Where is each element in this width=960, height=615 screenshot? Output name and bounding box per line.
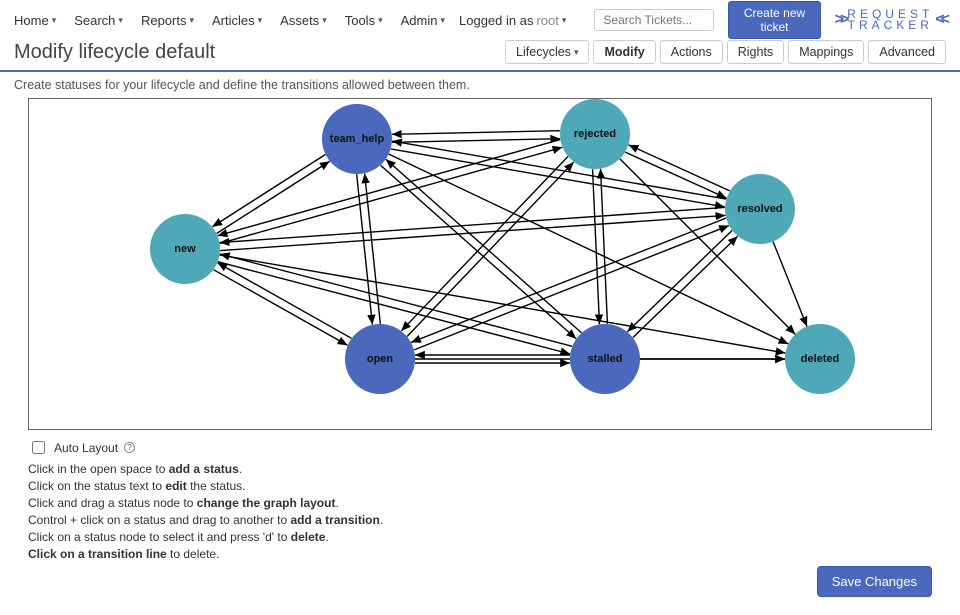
tab-actions[interactable]: Actions — [660, 40, 723, 64]
logo: >> REQUESTTRACKER << — [835, 9, 946, 31]
transition-edge[interactable] — [220, 207, 725, 242]
search-input[interactable] — [594, 9, 714, 31]
transition-edge[interactable] — [407, 162, 574, 336]
nav-item-tools[interactable]: Tools▾ — [345, 13, 383, 28]
chevron-down-icon: ▾ — [574, 47, 579, 58]
transition-edge[interactable] — [212, 154, 325, 226]
status-node-deleted[interactable]: deleted — [785, 324, 855, 394]
help-line: Click in the open space to add a status. — [28, 461, 932, 478]
chevron-right-icon: >> — [835, 11, 846, 29]
transition-edge[interactable] — [214, 270, 348, 346]
auto-layout-checkbox[interactable] — [32, 441, 45, 454]
transition-edge[interactable] — [219, 255, 785, 353]
tabs: Lifecycles▾ Modify Actions Rights Mappin… — [505, 40, 946, 64]
chevron-down-icon: ▾ — [322, 15, 327, 26]
controls: Auto Layout ? Click in the open space to… — [0, 430, 960, 563]
nav-item-search[interactable]: Search▾ — [74, 13, 123, 28]
chevron-down-icon: ▾ — [52, 15, 57, 26]
transition-edge[interactable] — [625, 152, 726, 198]
top-nav: Home▾ Search▾ Reports▾ Articles▾ Assets▾ Tool… — [0, 0, 960, 38]
transition-edge[interactable] — [392, 131, 560, 135]
nav-item-articles[interactable]: Articles▾ — [212, 13, 262, 28]
transition-edge[interactable] — [773, 241, 807, 326]
auto-layout-label: Auto Layout — [54, 441, 118, 455]
page-title: Modify lifecycle default — [14, 41, 215, 64]
chevron-left-icon: << — [935, 11, 946, 29]
status-node-team_help[interactable]: team_help — [322, 104, 392, 174]
chevron-down-icon: ▾ — [562, 15, 567, 26]
transition-edge[interactable] — [601, 169, 608, 324]
subhead: Create statuses for your lifecycle and d… — [0, 72, 960, 98]
save-changes-button[interactable]: Save Changes — [817, 566, 932, 597]
nav-item-assets[interactable]: Assets▾ — [280, 13, 327, 28]
transition-edge[interactable] — [392, 139, 560, 143]
transition-edge[interactable] — [411, 218, 726, 342]
transition-edge[interactable] — [414, 226, 729, 350]
nav-item-admin[interactable]: Admin▾ — [401, 13, 445, 28]
chevron-down-icon: ▾ — [189, 15, 194, 26]
transition-edge[interactable] — [401, 157, 568, 331]
help-line: Click on a status node to select it and … — [28, 529, 932, 546]
status-node-resolved[interactable]: resolved — [725, 174, 795, 244]
help-line: Click on the status text to edit the sta… — [28, 478, 932, 495]
nav-item-home[interactable]: Home▾ — [14, 13, 56, 28]
chevron-down-icon: ▾ — [440, 15, 445, 26]
info-icon[interactable]: ? — [124, 442, 135, 453]
transition-edge[interactable] — [633, 236, 738, 337]
nav-logged-in[interactable]: Logged in as root ▾ — [459, 13, 566, 28]
transition-edge[interactable] — [392, 141, 726, 199]
logged-in-prefix: Logged in as — [459, 13, 533, 28]
tab-mappings[interactable]: Mappings — [788, 40, 864, 64]
help-line: Click and drag a status node to change t… — [28, 495, 932, 512]
title-bar: Modify lifecycle default Lifecycles▾ Mod… — [0, 38, 960, 72]
chevron-down-icon: ▾ — [118, 15, 123, 26]
chevron-down-icon: ▾ — [258, 15, 263, 26]
status-node-stalled[interactable]: stalled — [570, 324, 640, 394]
status-node-open[interactable]: open — [345, 324, 415, 394]
status-node-rejected[interactable]: rejected — [560, 99, 630, 169]
tab-advanced[interactable]: Advanced — [868, 40, 946, 64]
nav-item-reports[interactable]: Reports▾ — [141, 13, 194, 28]
transition-edge[interactable] — [389, 154, 789, 344]
chevron-down-icon: ▾ — [378, 15, 383, 26]
lifecycle-canvas[interactable]: new team_help rejected resolved open stalled d… — [28, 98, 932, 430]
help-line: Control + click on a status and drag to … — [28, 512, 932, 529]
transition-edge[interactable] — [357, 174, 373, 324]
transition-edge[interactable] — [217, 161, 330, 233]
help-line: Click on a transition line to delete. — [28, 546, 932, 563]
transition-edge[interactable] — [629, 145, 730, 191]
tab-rights[interactable]: Rights — [727, 40, 784, 64]
transition-edge[interactable] — [593, 169, 600, 324]
tab-lifecycles[interactable]: Lifecycles▾ — [505, 40, 589, 64]
logged-in-user: root — [536, 13, 558, 28]
tab-modify[interactable]: Modify — [593, 40, 655, 64]
create-ticket-button[interactable]: Create new ticket — [728, 1, 820, 39]
transition-edge[interactable] — [220, 215, 725, 250]
status-node-new[interactable]: new — [150, 214, 220, 284]
